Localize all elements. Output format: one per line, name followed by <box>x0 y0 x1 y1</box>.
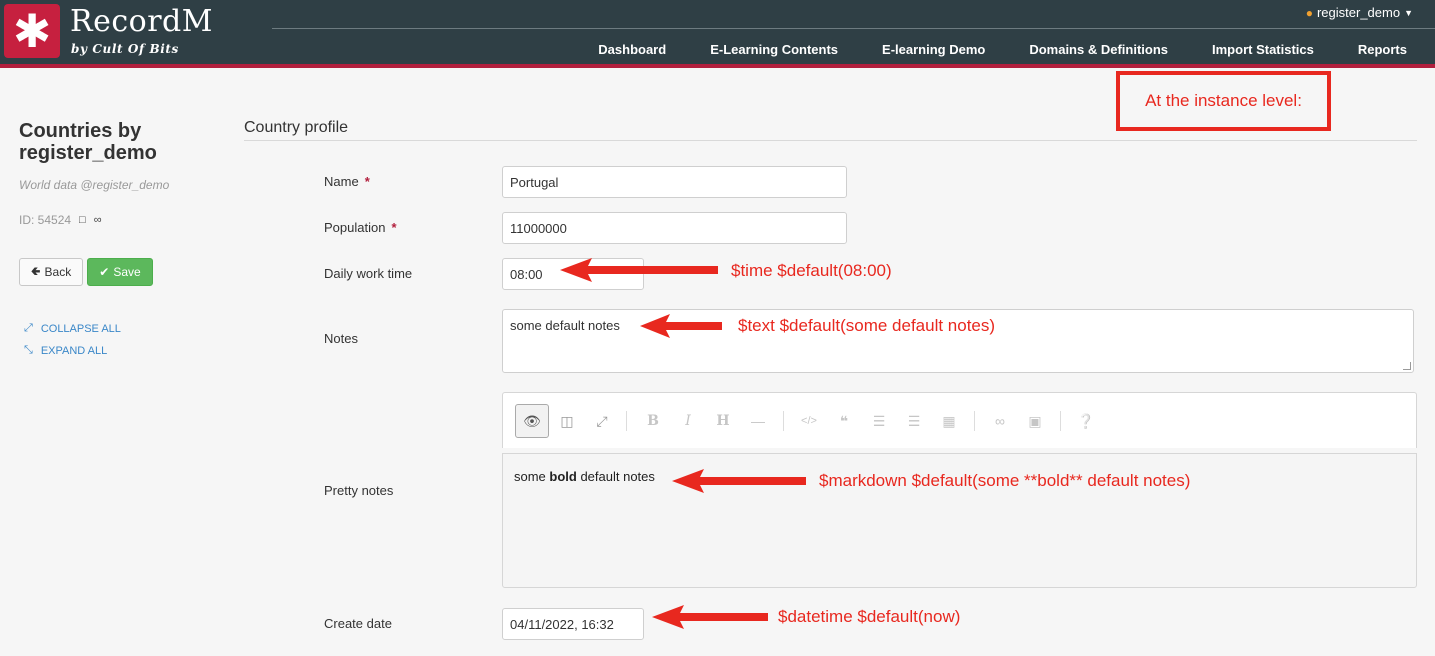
required-mark: * <box>364 174 370 189</box>
name-field[interactable]: Portugal <box>502 166 847 198</box>
annotation-arrow-icon <box>672 469 806 493</box>
copy-icon[interactable]: □ <box>79 214 86 226</box>
caret-down-icon: ▼ <box>1404 7 1413 18</box>
pretty-notes-text: some <box>514 469 550 484</box>
brand-name[interactable]: RecordM <box>70 4 213 39</box>
annotation-arrow-icon <box>640 314 722 338</box>
horizontal-rule-icon[interactable]: — <box>741 404 775 438</box>
pretty-notes-bold: bold <box>549 469 577 484</box>
annotation-text: $text $default(some default notes) <box>738 316 996 335</box>
instance-id-row: ID: 54524 □ ∞ <box>19 213 102 227</box>
link-icon[interactable]: ∞ <box>983 404 1017 438</box>
code-icon[interactable]: </> <box>792 404 826 438</box>
toolbar-separator <box>626 411 627 431</box>
bold-icon[interactable]: B <box>636 404 670 438</box>
save-button[interactable]: ✔ Save <box>87 258 153 286</box>
help-icon[interactable]: ❔ <box>1069 404 1103 438</box>
save-button-label: Save <box>113 265 141 279</box>
arrow-left-icon: 🢀 <box>30 263 41 278</box>
brand-tagline: by Cult Of Bits <box>71 42 179 56</box>
required-mark: * <box>391 220 397 235</box>
pretty-notes-text-end: default notes <box>576 469 655 484</box>
user-icon: ● <box>1305 5 1313 20</box>
work-time-label: Daily work time <box>324 266 413 281</box>
asterisk-logo-icon: ✱ <box>12 4 52 58</box>
nav-import-statistics[interactable]: Import Statistics <box>1190 42 1336 57</box>
italic-icon[interactable]: I <box>671 404 705 438</box>
pretty-notes-label: Pretty notes <box>324 483 394 498</box>
population-field[interactable]: 11000000 <box>502 212 847 244</box>
notes-label: Notes <box>324 331 358 346</box>
instance-id: ID: 54524 <box>19 213 72 227</box>
user-name: register_demo <box>1316 5 1401 20</box>
back-button-label: Back <box>44 265 72 279</box>
toolbar-separator <box>1060 411 1061 431</box>
nav-reports[interactable]: Reports <box>1336 42 1427 57</box>
notes-text: some default notes <box>510 318 620 333</box>
link-icon[interactable]: ∞ <box>94 214 102 226</box>
ordered-list-icon[interactable]: ☰ <box>897 404 931 438</box>
name-label: Name * <box>324 174 370 189</box>
page-subtitle: World data @register_demo <box>19 178 170 192</box>
page-title: Countries by register_demo <box>19 120 157 164</box>
main-nav: Dashboard E-Learning Contents E-learning… <box>576 42 1427 57</box>
toolbar-separator <box>783 411 784 431</box>
fullscreen-icon[interactable]: ⤢ <box>585 404 619 438</box>
nav-dashboard[interactable]: Dashboard <box>576 42 688 57</box>
annotation-datetime: $datetime $default(now) <box>778 607 961 626</box>
user-menu[interactable]: ● register_demo ▼ <box>1306 5 1413 20</box>
annotation-markdown: $markdown $default(some **bold** default… <box>819 471 1191 490</box>
heading-icon[interactable]: H <box>706 404 740 438</box>
population-label: Population * <box>324 220 397 235</box>
back-button[interactable]: 🢀 Back <box>19 258 83 286</box>
nav-domains-definitions[interactable]: Domains & Definitions <box>1007 42 1190 57</box>
eye-icon[interactable]: 👁 <box>515 404 549 438</box>
annotation-time: $time $default(08:00) <box>731 261 892 280</box>
quote-icon[interactable]: ❝ <box>827 404 861 438</box>
navbar-accent-line <box>0 64 1435 68</box>
annotation-arrow-icon <box>560 258 718 282</box>
markdown-toolbar: 👁 ◫ ⤢ B I H — </> ❝ ☰ ☰ ▦ ∞ ▣ ❔ <box>502 392 1417 448</box>
section-divider <box>244 140 1417 141</box>
columns-icon[interactable]: ◫ <box>550 404 584 438</box>
compress-icon: ⤢ <box>24 322 33 334</box>
create-date-label: Create date <box>324 616 392 631</box>
section-title: Country profile <box>244 119 349 136</box>
resize-handle[interactable] <box>1403 362 1411 370</box>
navbar-divider <box>272 28 1435 29</box>
expand-all-link[interactable]: ⤡ EXPAND ALL <box>24 344 107 357</box>
check-icon: ✔ <box>99 265 110 279</box>
toolbar-separator <box>974 411 975 431</box>
nav-elearning-contents[interactable]: E-Learning Contents <box>688 42 860 57</box>
image-icon[interactable]: ▣ <box>1018 404 1052 438</box>
collapse-all-label: COLLAPSE ALL <box>40 322 121 335</box>
expand-icon: ⤡ <box>24 344 33 356</box>
annotation-arrow-icon <box>652 605 768 629</box>
unordered-list-icon[interactable]: ☰ <box>862 404 896 438</box>
expand-all-label: EXPAND ALL <box>40 344 108 357</box>
collapse-all-link[interactable]: ⤢ COLLAPSE ALL <box>24 322 121 335</box>
create-date-field[interactable]: 04/11/2022, 16:32 <box>502 608 644 640</box>
table-icon[interactable]: ▦ <box>932 404 966 438</box>
nav-elearning-demo[interactable]: E-learning Demo <box>860 42 1007 57</box>
annotation-box: At the instance level: <box>1116 71 1331 131</box>
